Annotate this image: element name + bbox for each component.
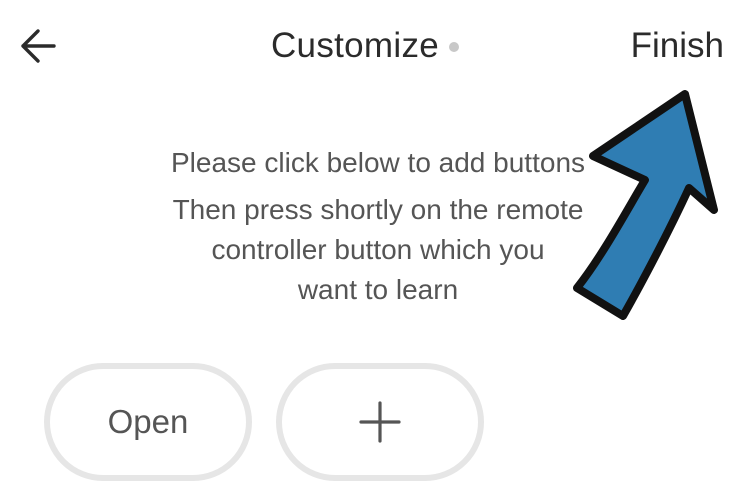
add-button[interactable] [276, 363, 484, 481]
open-button-label: Open [107, 403, 189, 440]
header-title-group: Customize [0, 24, 730, 68]
back-button[interactable] [14, 24, 58, 68]
open-button[interactable]: Open [44, 363, 252, 481]
blue-arrow-annotation [573, 90, 718, 320]
status-dot [449, 42, 460, 52]
plus-icon [359, 401, 401, 443]
page-title: Customize [270, 26, 440, 65]
finish-button[interactable]: Finish [631, 24, 724, 68]
arrow-left-icon [21, 29, 56, 63]
